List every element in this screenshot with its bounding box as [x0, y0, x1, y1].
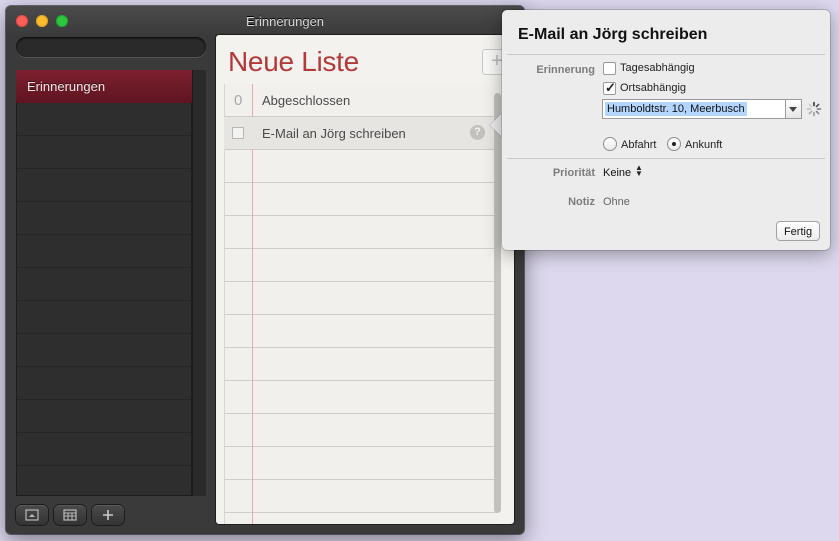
window-title: Erinnerungen [245, 14, 325, 29]
info-icon[interactable]: ? [470, 125, 485, 140]
checkmark-icon: ✓ [605, 80, 616, 95]
divider [507, 158, 825, 159]
ruled-lines [224, 84, 497, 524]
leaving-label[interactable]: Abfahrt [621, 139, 656, 151]
list-item[interactable]: E-Mail an Jörg schreiben ? [224, 117, 496, 149]
completed-label: Abgeschlossen [262, 93, 351, 108]
on-day-checkbox[interactable] [603, 62, 616, 75]
at-location-label[interactable]: Ortsabhängig [620, 82, 686, 94]
popover-title[interactable]: E-Mail an Jörg schreiben [518, 26, 707, 44]
note-field[interactable]: Ohne [603, 196, 630, 208]
task-label[interactable]: E-Mail an Jörg schreiben [262, 126, 406, 141]
on-day-label[interactable]: Tagesabhängig [620, 62, 695, 74]
loading-spinner-icon [806, 101, 822, 117]
reminder-list-pane: Neue Liste + 0 Abgeschlossen E-Mail an J… [216, 35, 514, 524]
task-checkbox[interactable] [232, 127, 244, 139]
title-bar[interactable]: Erinnerungen [6, 6, 524, 36]
note-label: Notiz [568, 196, 595, 208]
reminder-label: Erinnerung [536, 64, 595, 76]
done-button[interactable]: Fertig [776, 221, 820, 241]
arriving-label[interactable]: Ankunft [685, 139, 722, 151]
completed-row[interactable]: 0 Abgeschlossen [224, 84, 496, 117]
sidebar-list: Erinnerungen [16, 70, 192, 496]
priority-select[interactable]: Keine [603, 167, 631, 179]
calendar-grid-icon [63, 509, 77, 521]
chevron-down-icon [789, 107, 797, 112]
search-input[interactable] [16, 37, 206, 57]
up-down-arrows-icon[interactable]: ▲ ▼ [635, 164, 643, 178]
sidebar-item-label: Erinnerungen [27, 79, 106, 94]
leaving-radio[interactable] [603, 137, 617, 151]
arriving-radio[interactable] [667, 137, 681, 151]
sidebar-scrollbar[interactable] [192, 70, 206, 496]
add-list-button[interactable] [92, 505, 124, 525]
reminders-window: Erinnerungen Erinnerungen Neue Liste + 0… [6, 6, 524, 534]
completed-count: 0 [234, 92, 243, 109]
sidebar-item-erinnerungen[interactable]: Erinnerungen [16, 70, 192, 103]
at-location-checkbox[interactable]: ✓ [603, 80, 616, 95]
show-calendar-icon [25, 509, 39, 521]
list-title[interactable]: Neue Liste [228, 46, 359, 78]
list-scrollbar[interactable] [494, 93, 501, 513]
calendar-grid-button[interactable] [54, 505, 86, 525]
location-dropdown-button[interactable] [786, 99, 802, 119]
plus-icon [103, 510, 113, 520]
location-value: Humboldtstr. 10, Meerbusch [605, 102, 747, 116]
show-calendar-button[interactable] [16, 505, 48, 525]
priority-label: Priorität [552, 167, 595, 179]
margin-line [252, 84, 253, 524]
divider [507, 54, 825, 55]
reminder-detail-popover: E-Mail an Jörg schreiben Erinnerung Tage… [502, 10, 830, 250]
radio-selected-dot [672, 142, 676, 146]
